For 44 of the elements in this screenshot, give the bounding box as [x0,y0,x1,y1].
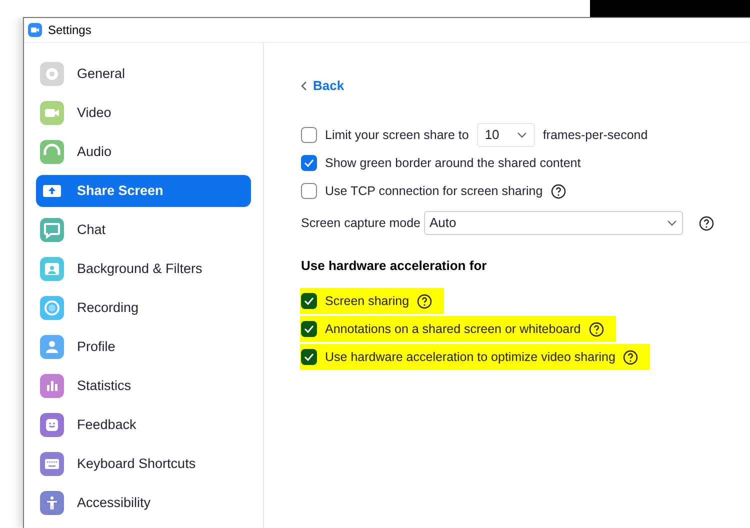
checkbox[interactable] [301,293,317,309]
checkbox-label: Show green border around the shared content [325,154,581,172]
sidebar-item[interactable]: Audio [36,136,251,168]
checkbox[interactable] [301,321,317,337]
checkbox[interactable] [301,349,317,365]
camera-app-icon [28,23,42,37]
chevron-down-icon [516,132,527,138]
sidebar-item[interactable]: Profile [36,331,251,363]
sidebar-item[interactable]: Statistics [36,370,251,402]
checkbox-label: Screen sharing [325,292,410,310]
sidebar-item[interactable]: Chat [36,214,251,246]
help-icon[interactable] [698,216,714,230]
checkbox-label: Use hardware acceleration to optimize video sharing [325,348,616,366]
sidebar-item[interactable]: Accessibility [36,487,251,519]
checkbox-label: Limit your screen share to [325,126,469,144]
checkbox[interactable] [301,183,317,199]
help-icon[interactable] [623,350,638,364]
checkbox-label: Use TCP connection for screen sharing [325,182,543,200]
check-icon [304,159,314,167]
help-icon[interactable] [417,294,432,308]
sidebar-item[interactable]: Keyboard Shortcuts [36,448,251,480]
checkbox-label: Annotations on a shared screen or whiteboard [325,320,581,338]
checkbox[interactable] [301,127,317,143]
section-heading: Use hardware acceleration for [301,257,487,276]
back-link[interactable]: Back [301,76,344,96]
help-icon[interactable] [550,184,566,198]
sidebar-item[interactable]: Background & Filters [36,253,251,285]
sidebar-item[interactable]: Recording [36,292,251,324]
sidebar-item[interactable]: Feedback [36,409,251,441]
check-icon [304,353,314,361]
checkbox-label: frames-per-second [542,126,648,144]
sidebar-item[interactable]: Share Screen [36,175,251,207]
checkbox[interactable] [301,155,317,171]
select-label: Screen capture mode [301,214,421,232]
chevron-down-icon [666,220,677,226]
sidebar-item[interactable]: Video [36,97,251,129]
check-icon [304,325,314,333]
fps-select[interactable]: 10 [476,123,535,147]
window-title: Settings [48,22,92,39]
check-icon [304,297,314,305]
sidebar-item[interactable]: General [36,58,251,90]
capture-mode-select[interactable]: Auto [424,211,683,235]
chevron-left-icon [301,81,307,91]
help-icon[interactable] [588,322,604,336]
